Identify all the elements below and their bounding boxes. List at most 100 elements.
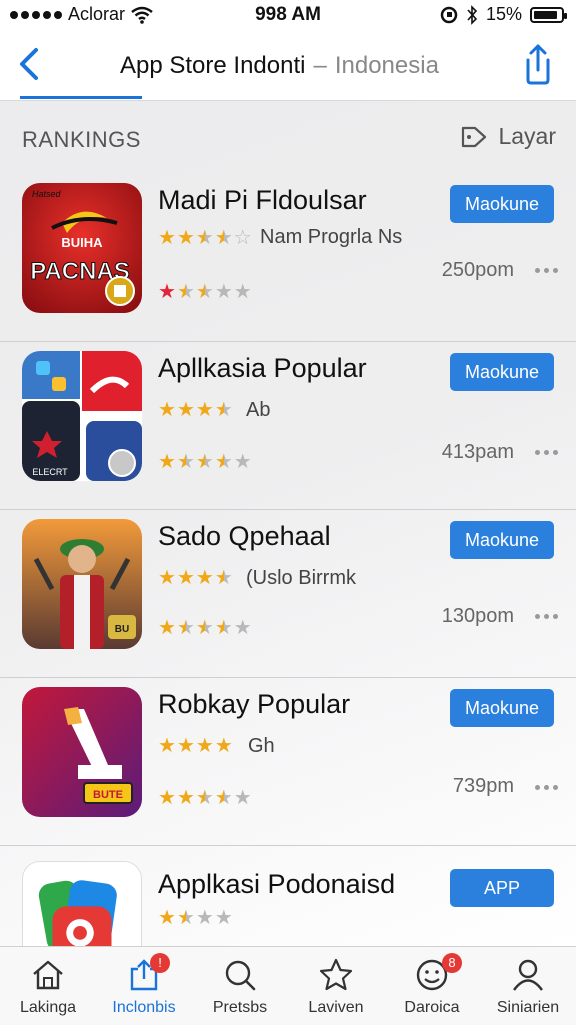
get-button[interactable]: Maokune	[450, 185, 554, 223]
star-icon: ★	[158, 281, 176, 303]
back-chevron-icon[interactable]	[12, 44, 48, 84]
star-icon: ★	[195, 227, 214, 249]
app-icon-2-text: ELECRT	[32, 467, 68, 477]
rating-stars-secondary: ★ ★ ★ ★ ★	[158, 451, 252, 473]
tab-lakinga[interactable]: Lakinga	[0, 947, 96, 1025]
star-icon: ★	[214, 617, 233, 639]
star-icon: ★	[195, 451, 214, 473]
home-icon	[33, 960, 63, 990]
app-row-2[interactable]: ELECRT Apllkasia Popular ★ ★ ★ ★ Ab Maok…	[0, 341, 576, 510]
nav-title-separator: –	[313, 52, 327, 79]
rating-stars-secondary: ★ ★ ★ ★ ★	[158, 281, 252, 303]
star-icon: ★	[176, 617, 195, 639]
tab-laviven[interactable]: Laviven	[288, 947, 384, 1025]
star-icon: ★	[195, 567, 214, 589]
app-time: 413pam	[441, 441, 514, 463]
star-icon: ★	[195, 735, 214, 757]
star-icon: ★	[176, 907, 195, 929]
tag-icon	[462, 126, 487, 147]
star-icon: ★	[214, 567, 233, 589]
get-button[interactable]: Maokune	[450, 353, 554, 391]
more-options-icon[interactable]	[535, 450, 558, 455]
section-title: RANKINGS	[22, 127, 141, 152]
star-icon: ★	[214, 227, 233, 249]
app-icon-1-subtext: BUIHA	[61, 235, 103, 250]
tab-bar: Lakinga ! Inclonbis Pretsbs Laviven 8 Da…	[0, 946, 576, 1025]
get-button[interactable]: Maokune	[450, 689, 554, 727]
app-time: 739pm	[452, 775, 514, 797]
star-icon: ☆	[233, 227, 252, 249]
app-icon-5[interactable]	[22, 861, 142, 946]
app-icon-4-text: BUTE	[93, 789, 123, 801]
search-icon	[225, 960, 256, 991]
app-subtitle: Nam Progrla Ns	[260, 226, 403, 248]
app-name[interactable]: Applkasi Podonaisd	[158, 869, 395, 900]
app-row-3[interactable]: BU Sado Qpehaal ★ ★ ★ ★ (Uslo Birrmk Mao…	[0, 509, 576, 678]
notification-badge: 8	[442, 953, 462, 973]
more-options-icon[interactable]	[535, 785, 558, 790]
rating-stars-secondary: ★ ★ ★ ★ ★	[158, 787, 252, 809]
star-icon: ★	[214, 281, 233, 303]
app-name[interactable]: Sado Qpehaal	[158, 521, 331, 552]
orientation-lock-icon	[440, 6, 458, 23]
notification-badge: !	[150, 953, 170, 973]
rankings-content[interactable]: RANKINGS Layar Hatsed BUIHA PACNAS Madi …	[0, 101, 576, 946]
app-name[interactable]: Robkay Popular	[158, 689, 350, 720]
app-subtitle: (Uslo Birrmk	[246, 567, 356, 589]
app-icon-2[interactable]: ELECRT	[22, 351, 142, 481]
nav-title: App Store Indonti – Indonesia	[120, 52, 439, 80]
tab-pretsbs[interactable]: Pretsbs	[192, 947, 288, 1025]
app-icon-3-text: BU	[115, 624, 129, 635]
app-subtitle: Gh	[248, 735, 275, 757]
tab-siniarien[interactable]: Siniarien	[480, 947, 576, 1025]
battery-icon	[530, 6, 567, 23]
tab-label: Daroica	[404, 999, 460, 1016]
tab-label: Siniarien	[496, 999, 560, 1016]
more-options-icon[interactable]	[535, 268, 558, 273]
get-button[interactable]: APP	[450, 869, 554, 907]
app-icon-1[interactable]: Hatsed BUIHA PACNAS	[22, 183, 142, 313]
star-icon: ★	[214, 787, 233, 809]
app-icon-4[interactable]: BUTE	[22, 687, 142, 817]
star-icon: ★	[233, 617, 252, 639]
star-icon: ★	[158, 451, 176, 473]
app-icon-3[interactable]: BU	[22, 519, 142, 649]
star-icon: ★	[195, 617, 214, 639]
star-icon: ★	[195, 399, 214, 421]
star-icon: ★	[158, 399, 176, 421]
star-icon: ★	[214, 907, 233, 929]
get-button[interactable]: Maokune	[450, 521, 554, 559]
app-row-5[interactable]: Applkasi Podonaisd APP ★ ★ ★ ★	[0, 845, 576, 946]
sort-control[interactable]: Layar	[460, 123, 556, 150]
star-icon: ★	[158, 617, 176, 639]
star-icon: ★	[214, 399, 233, 421]
star-icon: ★	[176, 281, 195, 303]
star-icon: ★	[195, 787, 214, 809]
tab-label: Pretsbs	[212, 999, 268, 1016]
star-icon: ★	[176, 451, 195, 473]
rating-stars: ★ ★ ★ ★	[158, 399, 233, 421]
star-icon: ★	[176, 787, 195, 809]
app-time: 250pom	[441, 259, 514, 281]
star-icon: ★	[158, 787, 176, 809]
rating-stars-secondary: ★ ★ ★ ★ ★	[158, 617, 252, 639]
app-name[interactable]: Apllkasia Popular	[158, 353, 367, 384]
more-options-icon[interactable]	[535, 614, 558, 619]
app-row-1[interactable]: Hatsed BUIHA PACNAS Madi Pi Fldoulsar ★ …	[0, 173, 576, 342]
tab-label: Inclonbis	[112, 999, 176, 1016]
tab-inclonbis[interactable]: ! Inclonbis	[96, 947, 192, 1025]
star-icon: ★	[195, 281, 214, 303]
star-icon: ★	[233, 787, 252, 809]
app-name[interactable]: Madi Pi Fldoulsar	[158, 185, 367, 216]
app-row-4[interactable]: BUTE Robkay Popular ★ ★ ★ ★ Gh Maokune 7…	[0, 677, 576, 846]
share-icon[interactable]	[520, 42, 556, 86]
tab-label: Laviven	[308, 999, 364, 1016]
tab-label: Lakinga	[19, 999, 77, 1016]
star-icon: ★	[176, 227, 195, 249]
nav-title-main: App Store Indonti	[120, 52, 306, 79]
nav-title-region: Indonesia	[334, 52, 439, 79]
status-bar: Aclorar 998 AM 15%	[0, 0, 576, 30]
sort-label: Layar	[498, 123, 556, 149]
tab-daroica[interactable]: 8 Daroica	[384, 947, 480, 1025]
navigation-bar: App Store Indonti – Indonesia	[0, 30, 576, 101]
